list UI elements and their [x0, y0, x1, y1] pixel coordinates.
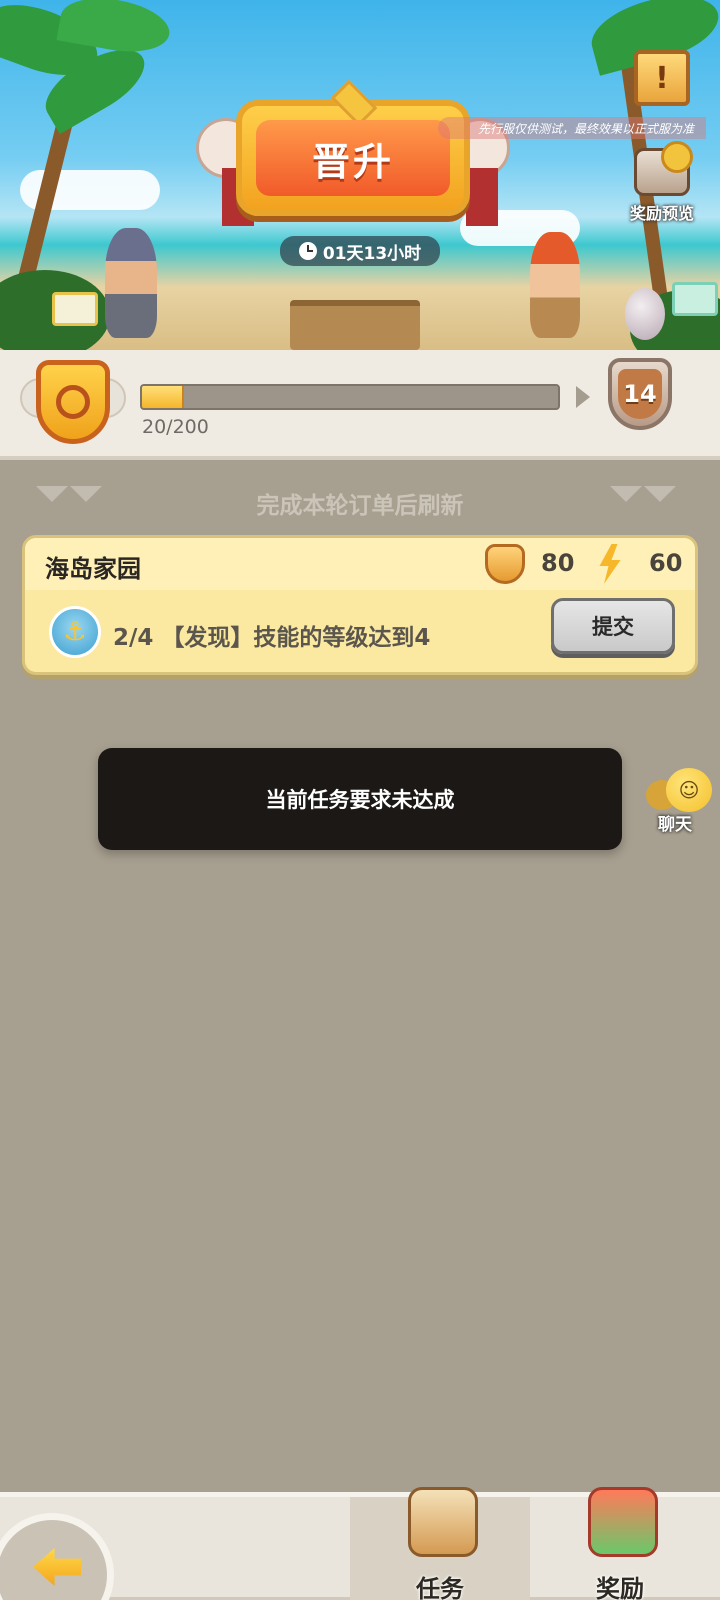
countdown-timer: 01天13小时 — [280, 236, 440, 266]
chat-label: 聊天 — [658, 815, 692, 835]
chat-icon: ☺ — [666, 768, 712, 812]
tab-tasks[interactable]: 任务 — [350, 1487, 530, 1600]
submit-button[interactable]: 提交 — [551, 598, 675, 654]
tab-rewards[interactable]: 奖励 — [530, 1487, 710, 1600]
title-badge: 晋升 — [236, 79, 470, 216]
refresh-hint-row: 完成本轮订单后刷新 — [0, 480, 720, 520]
submit-label: 提交 — [592, 615, 634, 639]
gift-icon — [588, 1487, 658, 1557]
order-title: 海岛家园 — [45, 555, 141, 583]
fisherman-character — [105, 228, 157, 338]
event-banner: 晋升 01天13小时 先行服仅供测试，最终效果以正式服为准 ! 奖励预览 — [0, 0, 720, 350]
toast-message: 当前任务要求未达成 — [98, 748, 622, 850]
next-level-shield[interactable]: 14 — [608, 358, 672, 430]
lightning-icon — [599, 544, 621, 584]
test-server-note: 先行服仅供测试，最终效果以正式服为准 — [438, 117, 706, 139]
rank-emblem — [56, 385, 90, 419]
rank-progress-strip: 20/200 14 — [0, 350, 720, 460]
reward-preview-label: 奖励预览 — [629, 204, 694, 223]
treasure-chest-icon — [634, 141, 693, 196]
timer-text: 01天13小时 — [322, 243, 422, 264]
tab-tasks-label: 任务 — [416, 1575, 464, 1600]
coin-icon — [485, 544, 525, 584]
arrow-right-icon — [576, 386, 590, 408]
exclamation-icon: ! — [655, 60, 669, 96]
anchor-icon: ⚓ — [49, 606, 101, 658]
rank-badge-icon[interactable] — [36, 360, 110, 444]
wooden-dock — [290, 300, 420, 350]
clock-icon — [298, 242, 317, 260]
reward-preview-button[interactable]: 奖励预览 — [612, 141, 712, 232]
page-title: 晋升 — [311, 139, 394, 184]
double-chevron-icon — [610, 486, 676, 510]
back-button[interactable] — [0, 1513, 114, 1600]
rank-progress-bar — [140, 384, 560, 410]
next-level-number: 14 — [623, 380, 657, 408]
progress-text: 20/200 — [142, 416, 209, 438]
progress-fill — [142, 386, 184, 408]
order-card-header: 海岛家园 80 60 — [25, 538, 695, 590]
egg-icon — [625, 288, 665, 340]
order-card: 海岛家园 80 60 ⚓ 2/4 【发现】技能的等级达到4 提交 — [22, 535, 698, 675]
energy-reward: 60 — [649, 549, 683, 577]
gift-icon — [52, 292, 98, 326]
rules-scroll-button[interactable]: ! — [634, 50, 690, 106]
gift-icon — [672, 282, 718, 316]
chat-button[interactable]: ☺ 聊天 — [644, 762, 720, 835]
girl-character — [530, 232, 580, 338]
tab-rewards-label: 奖励 — [596, 1575, 644, 1600]
coin-reward: 80 — [541, 549, 575, 577]
back-arrow-icon — [33, 1548, 81, 1586]
bottom-nav: 任务 奖励 — [0, 1487, 720, 1600]
ribbon-right — [466, 168, 498, 226]
task-scroll-icon — [408, 1487, 478, 1557]
task-description: 2/4 【发现】技能的等级达到4 — [113, 625, 431, 651]
